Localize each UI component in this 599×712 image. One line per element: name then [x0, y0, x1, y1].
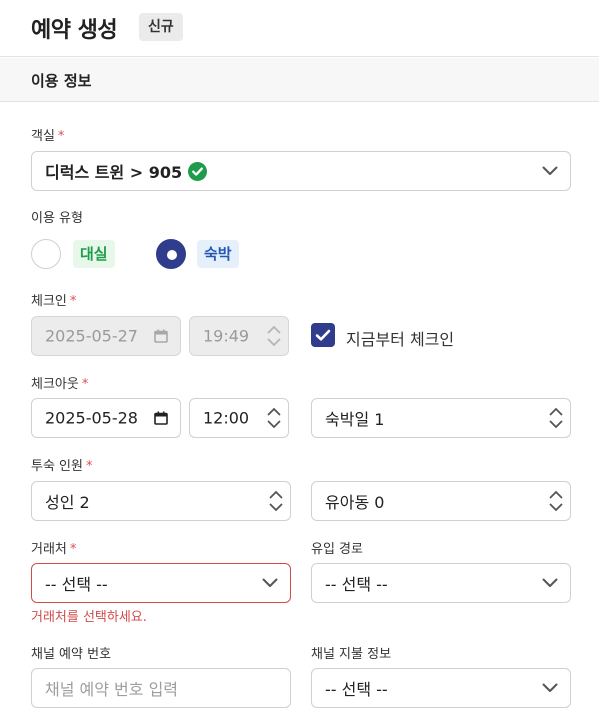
room-select[interactable]: 디럭스 트윈 > 905 — [31, 151, 571, 191]
radio-overnight[interactable] — [156, 239, 186, 269]
chevron-down-icon — [549, 420, 563, 428]
chevron-up-icon — [267, 326, 281, 334]
time-stepper[interactable] — [260, 317, 288, 355]
channel-reservation-input[interactable]: 채널 예약 번호 입력 — [31, 668, 291, 708]
checkin-now-label: 지금부터 체크인 — [346, 330, 455, 349]
chevron-up-icon — [267, 408, 281, 416]
chevron-up-icon — [549, 491, 563, 499]
nights-stepper[interactable]: 숙박일 1 — [311, 398, 571, 438]
room-select-value: 디럭스 트윈 > 905 — [45, 163, 183, 182]
required-mark: * — [81, 377, 89, 392]
required-mark: * — [57, 129, 65, 144]
page-title: 예약 생성 — [31, 18, 118, 43]
radio-daytime[interactable] — [31, 239, 61, 269]
checkin-label: 체크인 * — [31, 294, 77, 309]
usage-type-label: 이용 유형 — [31, 211, 83, 226]
checkin-date-input[interactable]: 2025-05-27 — [31, 316, 181, 356]
channel-payment-select[interactable]: -- 선택 -- — [311, 668, 571, 708]
chevron-down-icon — [267, 420, 281, 428]
partner-label: 거래처 * — [31, 542, 77, 557]
chevron-down-icon — [262, 578, 278, 587]
checkout-time-input[interactable]: 12:00 — [189, 398, 289, 438]
guests-label: 투숙 인원 * — [31, 459, 93, 474]
inflow-label: 유입 경로 — [311, 542, 363, 557]
calendar-icon — [154, 411, 168, 425]
status-badge: 신규 — [139, 13, 183, 41]
chevron-down-icon — [267, 338, 281, 346]
chevron-down-icon — [542, 578, 558, 587]
room-label: 객실 * — [31, 129, 65, 144]
adults-stepper-buttons[interactable] — [262, 482, 290, 520]
inflow-select[interactable]: -- 선택 -- — [311, 563, 571, 603]
usage-tag-overnight: 숙박 — [197, 240, 239, 268]
page-header: 예약 생성 신규 — [0, 0, 599, 57]
partner-error-message: 거래처를 선택하세요. — [31, 610, 147, 625]
chevron-up-icon — [549, 408, 563, 416]
checkin-now-checkbox[interactable] — [311, 323, 335, 347]
adults-stepper[interactable]: 성인 2 — [31, 481, 291, 521]
time-stepper[interactable] — [260, 399, 288, 437]
required-mark: * — [85, 459, 93, 474]
section-header: 이용 정보 — [0, 58, 599, 102]
children-stepper-buttons[interactable] — [542, 482, 570, 520]
verified-check-icon — [188, 161, 208, 181]
chevron-down-icon — [269, 503, 283, 511]
partner-select[interactable]: -- 선택 -- — [31, 563, 291, 603]
section-title: 이용 정보 — [31, 72, 92, 90]
required-mark: * — [69, 542, 77, 557]
children-stepper[interactable]: 유아동 0 — [311, 481, 571, 521]
nights-stepper-buttons[interactable] — [542, 399, 570, 437]
channel-payment-label: 채널 지불 정보 — [311, 647, 392, 662]
chevron-down-icon — [549, 503, 563, 511]
chevron-down-icon — [542, 166, 558, 175]
chevron-down-icon — [542, 683, 558, 692]
channel-reservation-label: 채널 예약 번호 — [31, 647, 112, 662]
checkin-time-input[interactable]: 19:49 — [189, 316, 289, 356]
usage-tag-daytime: 대실 — [73, 240, 115, 268]
checkout-date-input[interactable]: 2025-05-28 — [31, 398, 181, 438]
checkout-label: 체크아웃 * — [31, 377, 89, 392]
chevron-up-icon — [269, 491, 283, 499]
required-mark: * — [69, 294, 77, 309]
checkmark-icon — [315, 329, 331, 341]
calendar-icon — [154, 329, 168, 343]
